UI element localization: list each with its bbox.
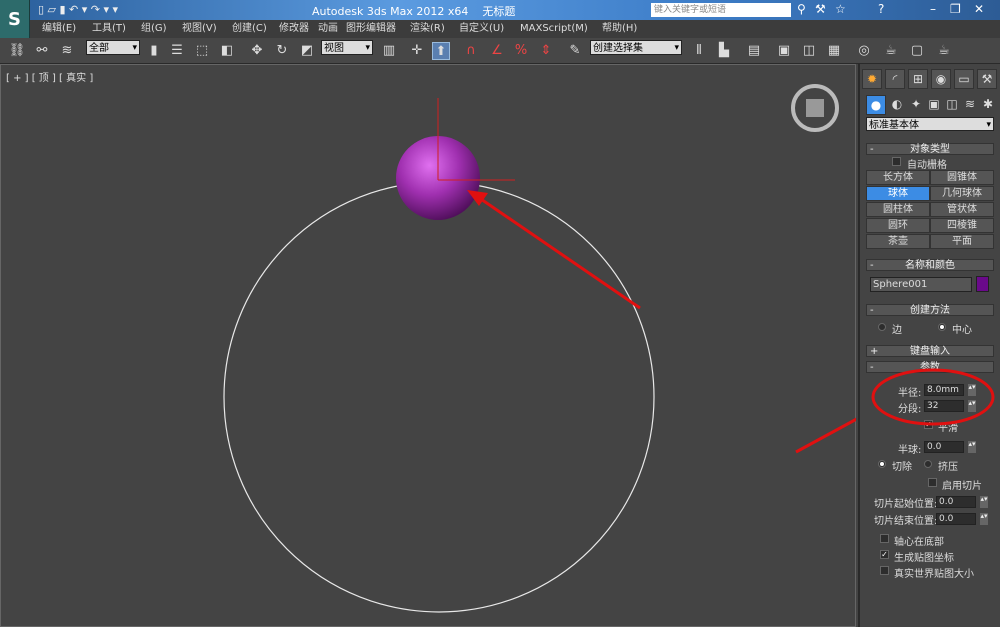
- real-world-map-label: 真实世界贴图大小: [894, 569, 974, 580]
- tube-button[interactable]: 管状体: [930, 202, 994, 217]
- squash-radio[interactable]: [924, 460, 932, 468]
- slice-from-label: 切片起始位置:: [874, 499, 938, 510]
- lights-icon[interactable]: ✦: [906, 95, 926, 115]
- segments-spinner[interactable]: ▴▾: [968, 400, 976, 412]
- rollout-keyboard-entry[interactable]: + 键盘输入: [866, 345, 994, 357]
- torus-button[interactable]: 圆环: [866, 218, 930, 233]
- restore-button[interactable]: ❐: [950, 2, 961, 16]
- cone-button[interactable]: 圆锥体: [930, 170, 994, 185]
- chop-label: 切除: [892, 462, 912, 473]
- help-icon[interactable]: ?: [878, 2, 884, 16]
- autogrid-checkbox[interactable]: [892, 157, 901, 166]
- object-name-input[interactable]: Sphere001: [870, 277, 972, 292]
- edge-radio[interactable]: [878, 323, 886, 331]
- slice-to-label: 切片结束位置:: [874, 516, 938, 527]
- create-tab-icon[interactable]: ✹: [862, 69, 882, 89]
- rollout-object-type[interactable]: - 对象类型: [866, 143, 994, 155]
- slice-from-spinner[interactable]: ▴▾: [980, 496, 988, 508]
- rollout-name-color[interactable]: - 名称和颜色: [866, 259, 994, 271]
- space-warps-icon[interactable]: ≋: [960, 95, 980, 115]
- radius-spinner[interactable]: ▴▾: [968, 384, 976, 396]
- command-panel: ✹ ◜ ⊞ ◉ ▭ ⚒ ● ◐ ✦ ▣ ◫ ≋ ✱ 标准基本体 -对象类型 自动…: [858, 64, 1000, 627]
- gen-map-coords-checkbox[interactable]: ✓: [880, 550, 889, 559]
- motion-tab-icon[interactable]: ◉: [931, 69, 951, 89]
- real-world-map-checkbox[interactable]: [880, 566, 889, 575]
- rollout-title: 对象类型: [910, 144, 950, 155]
- box-button[interactable]: 长方体: [866, 170, 930, 185]
- minimize-button[interactable]: –: [930, 2, 936, 16]
- red-arrow-annotation-2: [795, 417, 856, 454]
- autogrid-label: 自动栅格: [907, 160, 947, 171]
- object-color-swatch[interactable]: [976, 276, 989, 292]
- rollout-parameters[interactable]: - 参数: [866, 361, 994, 373]
- hemisphere-input[interactable]: 0.0: [924, 441, 964, 453]
- geometry-icon[interactable]: ●: [866, 95, 886, 115]
- close-button[interactable]: ✕: [974, 2, 984, 16]
- slice-from-input[interactable]: 0.0: [936, 496, 976, 508]
- smooth-label: 平滑: [938, 423, 958, 434]
- radius-input[interactable]: 8.0mm: [924, 384, 964, 396]
- slice-to-spinner[interactable]: ▴▾: [980, 513, 988, 525]
- utilities-tab-icon[interactable]: ⚒: [977, 69, 997, 89]
- material-editor-icon[interactable]: ◎: [855, 42, 873, 60]
- modify-tab-icon[interactable]: ◜: [885, 69, 905, 89]
- squash-label: 挤压: [938, 462, 958, 473]
- edge-label: 边: [892, 325, 902, 336]
- hemisphere-label: 半球:: [898, 445, 922, 456]
- geosphere-button[interactable]: 几何球体: [930, 186, 994, 201]
- category-dropdown[interactable]: 标准基本体: [866, 117, 994, 133]
- slice-on-label: 启用切片: [942, 481, 982, 492]
- gen-map-coords-label: 生成贴图坐标: [894, 553, 954, 564]
- base-to-pivot-checkbox[interactable]: [880, 534, 889, 543]
- circle-shape[interactable]: [223, 181, 655, 613]
- viewcube[interactable]: [791, 84, 839, 132]
- rollout-creation-method[interactable]: - 创建方法: [866, 304, 994, 316]
- teapot-button[interactable]: 茶壶: [866, 234, 930, 249]
- center-label: 中心: [952, 325, 972, 336]
- cameras-icon[interactable]: ▣: [924, 95, 944, 115]
- render-production-icon[interactable]: ☕: [935, 42, 953, 60]
- center-radio[interactable]: [938, 323, 946, 331]
- rollout-title: 键盘输入: [910, 346, 950, 357]
- pyramid-button[interactable]: 四棱锥: [930, 218, 994, 233]
- slice-to-input[interactable]: 0.0: [936, 513, 976, 525]
- viewport-graphics: [223, 84, 856, 613]
- shapes-icon[interactable]: ◐: [887, 95, 907, 115]
- hemisphere-spinner[interactable]: ▴▾: [968, 441, 976, 453]
- smooth-checkbox[interactable]: ✓: [924, 420, 933, 429]
- slice-on-checkbox[interactable]: [928, 478, 937, 487]
- cylinder-button[interactable]: 圆柱体: [866, 202, 930, 217]
- chop-radio[interactable]: [878, 460, 886, 468]
- red-arrow-annotation: [467, 190, 641, 310]
- segments-input[interactable]: 32: [924, 400, 964, 412]
- render-setup-icon[interactable]: ☕: [882, 42, 900, 60]
- base-to-pivot-label: 轴心在底部: [894, 537, 944, 548]
- rollout-title: 名称和颜色: [905, 260, 955, 271]
- display-tab-icon[interactable]: ▭: [954, 69, 974, 89]
- hierarchy-tab-icon[interactable]: ⊞: [908, 69, 928, 89]
- segments-label: 分段:: [898, 404, 922, 415]
- sphere-button[interactable]: 球体: [866, 186, 930, 201]
- rendered-frame-icon[interactable]: ▢: [908, 42, 926, 60]
- systems-icon[interactable]: ✱: [978, 95, 998, 115]
- plane-button[interactable]: 平面: [930, 234, 994, 249]
- rollout-title: 创建方法: [910, 305, 950, 316]
- helpers-icon[interactable]: ◫: [942, 95, 962, 115]
- rollout-title: 参数: [920, 362, 940, 373]
- radius-label: 半径:: [898, 388, 922, 399]
